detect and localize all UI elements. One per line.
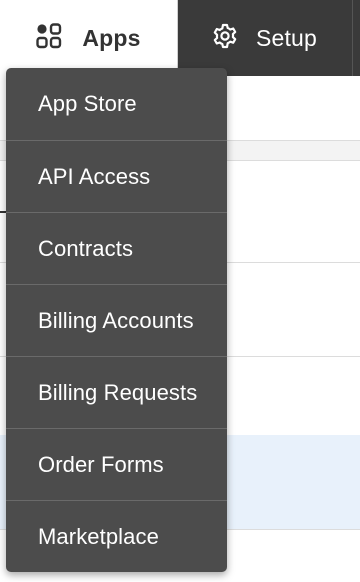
menu-item-app-store[interactable]: App Store bbox=[6, 68, 227, 140]
tab-apps[interactable]: Apps bbox=[0, 0, 178, 76]
tab-setup-label: Setup bbox=[255, 24, 318, 51]
menu-item-marketplace[interactable]: Marketplace bbox=[6, 500, 227, 572]
menu-item-contracts[interactable]: Contracts bbox=[6, 212, 227, 284]
menu-item-billing-accounts[interactable]: Billing Accounts bbox=[6, 284, 227, 356]
tab-setup[interactable]: Setup bbox=[179, 0, 350, 76]
top-nav-bar: Apps Setup bbox=[0, 0, 360, 76]
tab-apps-label: Apps bbox=[82, 24, 141, 51]
apps-dropdown-menu: App Store API Access Contracts Billing A… bbox=[6, 68, 227, 572]
gear-icon bbox=[212, 23, 238, 54]
menu-item-order-forms[interactable]: Order Forms bbox=[6, 428, 227, 500]
menu-item-api-access[interactable]: API Access bbox=[6, 140, 227, 212]
apps-grid-icon bbox=[36, 22, 62, 54]
tab-overflow[interactable] bbox=[352, 0, 360, 76]
menu-item-billing-requests[interactable]: Billing Requests bbox=[6, 356, 227, 428]
